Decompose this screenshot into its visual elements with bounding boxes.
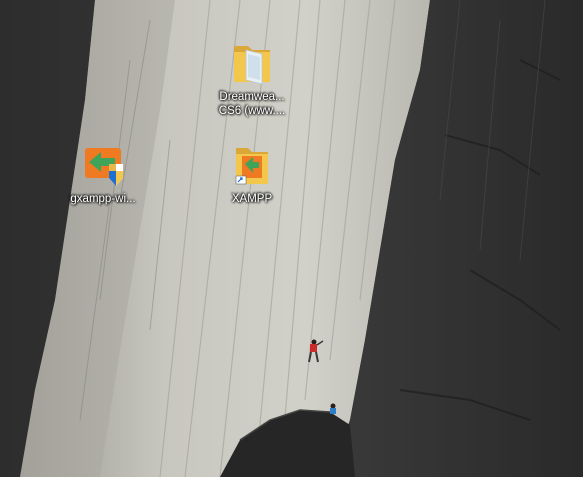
desktop-icon-label: XAMPP [231,193,273,205]
wallpaper [0,0,583,477]
desktop-icon-dreamweaver[interactable]: Dreamwea... CS6 (www.... [213,40,291,118]
desktop-icon-label: gxampp-wi... [70,193,136,205]
xampp-folder-shortcut-icon [235,148,268,185]
desktop-icon-label: Dreamwea... CS6 (www.... [218,91,286,117]
xampp-installer-shield-icon [85,148,123,186]
folder-icon [234,46,270,85]
desktop-icon-gxampp[interactable]: gxampp-wi... [64,142,142,206]
desktop-icon-xampp[interactable]: XAMPP [213,142,291,206]
climber-blue [330,403,336,414]
desktop[interactable]: gxampp-wi... Dreamwea... CS6 (www.... XA… [0,0,583,477]
